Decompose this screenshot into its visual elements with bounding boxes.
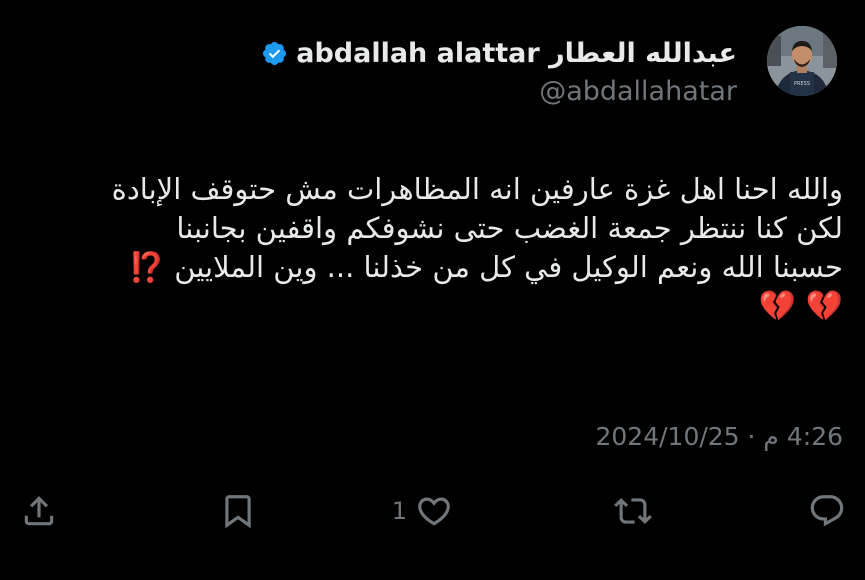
tweet-action-bar: 1 <box>0 486 865 536</box>
verified-badge-icon <box>263 41 287 65</box>
author-name-row[interactable]: عبدالله العطار abdallah alattar <box>261 36 737 70</box>
reply-button[interactable] <box>808 490 846 532</box>
tweet-line: والله احنا اهل غزة عارفين انه المظاهرات … <box>111 172 843 206</box>
share-button[interactable] <box>20 490 58 532</box>
author-display-name[interactable]: عبدالله العطار abdallah alattar <box>296 38 737 69</box>
bookmark-button[interactable] <box>219 490 257 532</box>
reply-icon <box>810 495 844 527</box>
retweet-button[interactable] <box>614 490 652 532</box>
heart-icon <box>418 497 450 526</box>
broken-heart-emojis: 💔 💔 <box>758 289 843 324</box>
share-icon <box>24 496 54 526</box>
tweet-line: لكن كنا ننتظر جمعة الغضب حتى نشوفكم واقف… <box>176 211 843 245</box>
tweet-line: حسبنا الله ونعم الوكيل في كل من خذلنا ..… <box>13 248 843 287</box>
tweet-text: والله احنا اهل غزة عارفين انه المظاهرات … <box>13 170 843 326</box>
interrobang-emoji: ⁉️ <box>128 250 165 284</box>
like-count: 1 <box>391 497 407 525</box>
tweet-line-text: حسبنا الله ونعم الوكيل في كل من خذلنا ..… <box>174 250 843 284</box>
retweet-icon <box>614 498 652 524</box>
author-avatar[interactable]: PRESS <box>767 26 837 96</box>
author-handle[interactable]: @abdallahatar <box>539 76 737 107</box>
svg-text:PRESS: PRESS <box>794 81 810 87</box>
tweet-timestamp[interactable]: 4:26 م · 2024/10/25 <box>596 422 844 451</box>
bookmark-icon <box>225 495 251 529</box>
like-button[interactable]: 1 <box>392 490 453 532</box>
avatar-photo: PRESS <box>767 26 837 96</box>
